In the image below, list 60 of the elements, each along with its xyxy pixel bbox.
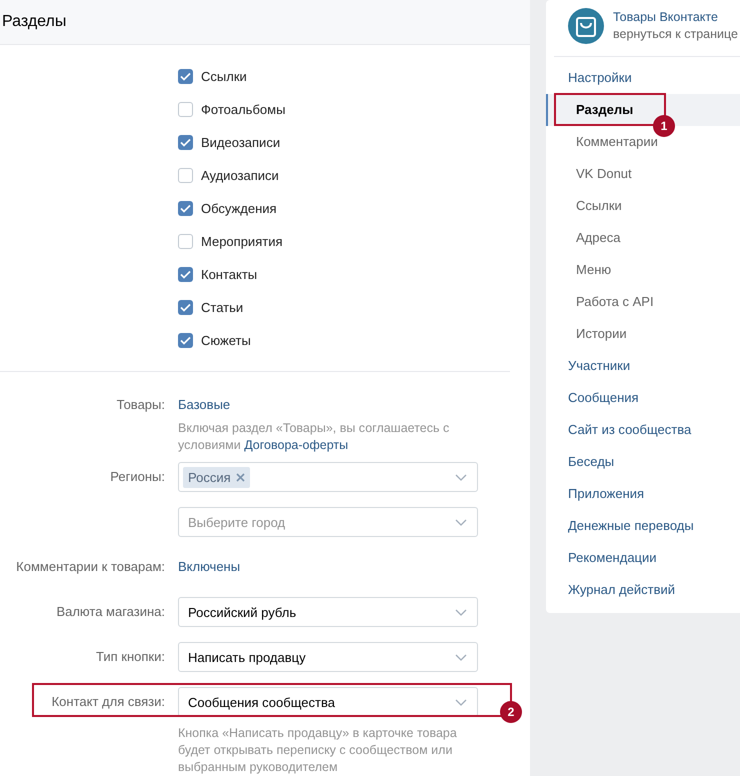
field-hint: Включая раздел «Товары», вы соглашаетесь с условиями Договора-оферты [178,420,450,454]
menu-item[interactable]: Меню [546,254,740,286]
region-select[interactable]: Россия [178,462,478,492]
field-hint: Кнопка «Написать продавцу» в карточке товара будет открывать переписку с сообществом или выбранным руководителем [178,725,458,776]
menu-item[interactable]: Адреса [546,222,740,254]
chevron-down-icon [455,518,467,526]
checkbox-label: Мероприятия [201,234,282,249]
step-badge: 2 [500,701,522,723]
shopping-bag-logo-icon [568,8,604,44]
remove-icon[interactable] [236,472,245,482]
community-name: Товары Вконтакте [613,9,719,26]
checkbox-label: Видеозаписи [201,135,280,150]
chevron-down-icon [455,654,467,660]
menu-item[interactable]: Сайт из сообщества [546,414,740,446]
dropdown-select[interactable]: Российский рубль [178,597,478,627]
menu-item[interactable]: Журнал действий [546,574,740,606]
checkbox-label: Аудиозаписи [201,168,279,183]
field-label: Товары: [116,397,165,412]
checkbox[interactable] [178,102,193,117]
setting-link[interactable]: Базовые [178,390,230,420]
menu-item[interactable]: Беседы [546,446,740,478]
menu-item[interactable]: Работа с API [546,286,740,318]
checkbox-label: Обсуждения [201,201,277,216]
checkbox[interactable] [178,69,193,84]
checkbox-label: Фотоальбомы [201,102,286,117]
field-label: Валюта магазина: [56,604,165,619]
menu-item[interactable]: Денежные переводы [546,510,740,542]
field-label: Комментарии к товарам: [16,559,165,574]
back-link[interactable]: вернуться к странице [613,26,738,43]
dropdown-select[interactable]: Написать продавцу [178,642,478,672]
region-tag: Россия [183,466,250,488]
menu-item[interactable]: Ссылки [546,190,740,222]
checkbox-label: Ссылки [201,69,247,84]
menu-item[interactable]: Настройки [546,62,740,94]
checkbox[interactable] [178,201,193,216]
checkbox-label: Контакты [201,267,258,282]
menu-item[interactable]: Рекомендации [546,542,740,574]
setting-link[interactable]: Включены [178,552,240,582]
chevron-down-icon [455,474,467,480]
checkbox-label: Сюжеты [201,333,251,348]
menu-item[interactable]: Сообщения [546,382,740,414]
checkbox[interactable] [178,234,193,249]
offer-link[interactable]: Договора-оферты [244,438,348,452]
checkbox[interactable] [178,300,193,315]
chevron-down-icon [455,698,467,706]
chevron-down-icon [455,608,467,616]
menu-item[interactable]: Участники [546,350,740,382]
menu-item[interactable]: VK Donut [546,158,740,190]
menu-item[interactable]: Приложения [546,478,740,510]
field-label: Регионы: [110,469,165,484]
checkbox-label: Статьи [201,300,244,315]
checkbox[interactable] [178,168,193,183]
dropdown-select[interactable]: Сообщения сообщества [178,687,478,717]
checkbox[interactable] [178,267,193,282]
checkbox[interactable] [178,333,193,348]
page-title: Разделы [2,13,66,31]
checkbox[interactable] [178,135,193,150]
menu-item[interactable]: Истории [546,318,740,350]
field-label: Тип кнопки: [96,649,165,664]
field-label: Контакт для связи: [52,694,165,709]
